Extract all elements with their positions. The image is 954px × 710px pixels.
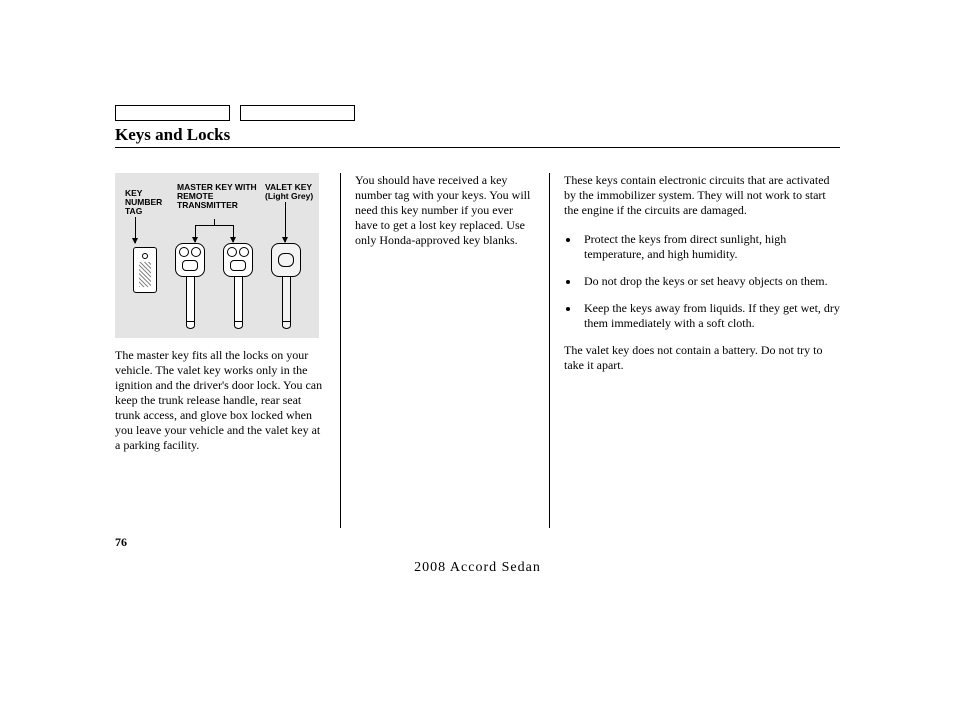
master-key-icon [223,243,253,329]
care-bullet-list: Protect the keys from direct sunlight, h… [564,232,840,331]
header-boxes [115,105,840,121]
key-number-tag-icon [133,247,157,293]
col3-paragraph-1: These keys contain electronic circuits t… [564,173,840,218]
column-middle: You should have received a key number ta… [340,173,550,528]
arrow-icon [285,202,286,242]
section-title: Keys and Locks [115,125,840,148]
column-right: These keys contain electronic circuits t… [550,173,840,528]
bullet-item: Do not drop the keys or set heavy object… [580,274,840,289]
bullet-item: Protect the keys from direct sunlight, h… [580,232,840,262]
header-box-1 [115,105,230,121]
bullet-item: Keep the keys away from liquids. If they… [580,301,840,331]
keys-figure: KEY NUMBER TAG MASTER KEY WITH REMOTE TR… [115,173,319,338]
manual-page: Keys and Locks KEY NUMBER TAG MASTER KEY… [115,105,840,528]
arrow-icon [135,217,136,243]
col1-paragraph-1: The master key fits all the locks on you… [115,348,325,453]
arrow-icon [233,225,234,242]
master-key-icon [175,243,205,329]
column-left: KEY NUMBER TAG MASTER KEY WITH REMOTE TR… [115,173,340,528]
label-master-key: MASTER KEY WITH REMOTE TRANSMITTER [177,183,257,210]
arrow-icon [195,225,196,242]
header-box-2 [240,105,355,121]
label-key-number-tag: KEY NUMBER TAG [125,189,173,216]
label-valet-key-sub: (Light Grey) [265,191,313,201]
content-columns: KEY NUMBER TAG MASTER KEY WITH REMOTE TR… [115,173,840,528]
col2-paragraph-1: You should have received a key number ta… [355,173,535,248]
page-number: 76 [115,535,127,550]
footer-model-text: 2008 Accord Sedan [115,560,840,576]
key-illustrations [115,243,319,338]
label-valet-key: VALET KEY (Light Grey) [265,183,320,201]
col3-paragraph-2: The valet key does not contain a battery… [564,343,840,373]
arrow-hbar [195,225,233,226]
valet-key-icon [271,243,301,329]
